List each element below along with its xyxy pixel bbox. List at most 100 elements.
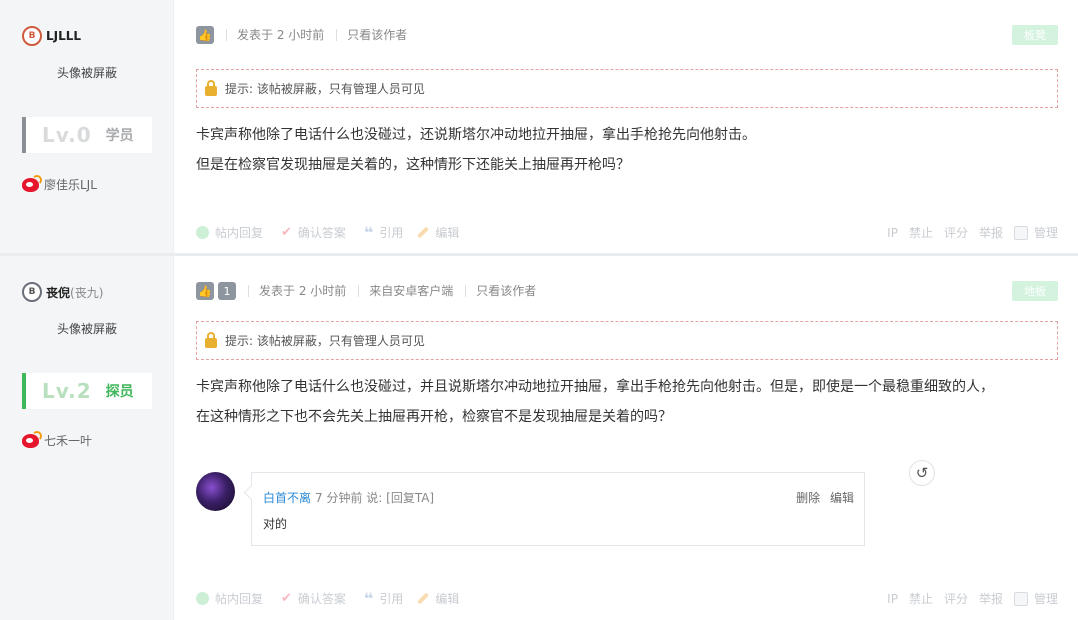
ip-link[interactable]: IP bbox=[887, 226, 898, 240]
post-main: 👍 1 发表于 2 小时前 来自安卓客户端 只看该作者 地板 提示: 该帖被屏蔽… bbox=[196, 256, 1058, 620]
post-body-line: 卡宾声称他除了电话什么也没碰过，并且说斯塔尔冲动地拉开抽屉，拿出手枪抢先向他射击… bbox=[196, 379, 994, 395]
author-sidebar: B LJLLL 头像被屏蔽 Lv.0 学员 廖佳乐LJL bbox=[0, 0, 174, 253]
comment-reply: 白首不离 7 分钟前 说: [回复TA] 删除 编辑 对的 ↺ bbox=[196, 460, 1058, 550]
author-name-sub: (丧九) bbox=[70, 285, 104, 300]
chat-bubble-icon bbox=[196, 592, 209, 605]
notice-text: 提示: 该帖被屏蔽，只有管理人员可见 bbox=[225, 82, 425, 96]
edit-button[interactable]: 编辑 bbox=[417, 224, 460, 241]
admin-actions: IP 禁止 评分 举报 管理 bbox=[876, 590, 1058, 607]
commenter-avatar[interactable] bbox=[196, 472, 235, 511]
post-client: 来自安卓客户端 bbox=[358, 285, 453, 297]
report-link[interactable]: 举报 bbox=[979, 224, 1003, 241]
quote-icon: ❝ bbox=[363, 589, 374, 608]
floor-label[interactable]: 地板 bbox=[1012, 281, 1058, 301]
admin-actions: IP 禁止 评分 举报 管理 bbox=[876, 224, 1058, 241]
comment-header: 白首不离 7 分钟前 说: [回复TA] bbox=[263, 489, 434, 506]
level-rank: 探员 bbox=[105, 384, 134, 400]
rate-link[interactable]: 评分 bbox=[944, 224, 968, 241]
author-info[interactable]: B 丧倪(丧九) bbox=[22, 282, 103, 302]
author-name-main: 丧倪 bbox=[46, 285, 71, 300]
quote-button[interactable]: ❝ 引用 bbox=[364, 590, 403, 607]
level-rank: 学员 bbox=[105, 128, 134, 144]
weibo-link[interactable]: 廖佳乐LJL bbox=[22, 174, 97, 193]
post-meta: 👍 1 发表于 2 小时前 来自安卓客户端 只看该作者 bbox=[196, 282, 536, 300]
author-info[interactable]: B LJLLL bbox=[22, 26, 81, 46]
post-main: 👍 发表于 2 小时前 只看该作者 板凳 提示: 该帖被屏蔽，只有管理人员可见 … bbox=[196, 0, 1058, 253]
manage-label[interactable]: 管理 bbox=[1034, 590, 1058, 607]
post-body: 卡宾声称他除了电话什么也没碰过，还说斯塔尔冲动地拉开抽屉，拿出手枪抢先向他射击。… bbox=[196, 120, 1058, 180]
ban-link[interactable]: 禁止 bbox=[909, 224, 933, 241]
post-actions: 帖内回复 ✔ 确认答案 ❝ 引用 编辑 IP 禁止 评分 举报 管理 bbox=[196, 224, 1058, 241]
post-body-line: 但是在检察官发现抽屉是关着的，这种情形下还能关上抽屉再开枪吗？ bbox=[196, 157, 630, 173]
author-sidebar: B 丧倪(丧九) 头像被屏蔽 Lv.2 探员 七禾一叶 bbox=[0, 256, 174, 620]
manage-checkbox[interactable] bbox=[1013, 225, 1028, 240]
floor-label[interactable]: 板凳 bbox=[1012, 25, 1058, 45]
accept-answer-button[interactable]: ✔ 确认答案 bbox=[281, 224, 346, 241]
weibo-name[interactable]: 廖佳乐LJL bbox=[44, 176, 97, 193]
avatar-hidden-text: 头像被屏蔽 bbox=[56, 66, 117, 80]
post-1: B LJLLL 头像被屏蔽 Lv.0 学员 廖佳乐LJL 👍 发表于 2 小时前… bbox=[0, 0, 1078, 253]
author-name[interactable]: 丧倪(丧九) bbox=[46, 284, 103, 301]
thumbs-up-icon[interactable]: 👍 bbox=[196, 26, 214, 44]
reply-in-post-button[interactable]: 帖内回复 bbox=[196, 590, 263, 607]
quote-button[interactable]: ❝ 引用 bbox=[364, 224, 403, 241]
weibo-link[interactable]: 七禾一叶 bbox=[22, 430, 92, 449]
post-actions: 帖内回复 ✔ 确认答案 ❝ 引用 编辑 IP 禁止 评分 举报 管理 bbox=[196, 590, 1058, 607]
comment-box: 白首不离 7 分钟前 说: [回复TA] 删除 编辑 对的 ↺ bbox=[251, 460, 935, 546]
blocked-notice: 提示: 该帖被屏蔽，只有管理人员可见 bbox=[196, 69, 1058, 108]
commenter-name[interactable]: 白首不离 bbox=[263, 491, 311, 505]
comment-delete-link[interactable]: 删除 bbox=[796, 491, 820, 505]
level-bar bbox=[22, 373, 26, 409]
quote-label: 引用 bbox=[379, 592, 404, 606]
level-number: Lv.2 bbox=[42, 379, 92, 403]
reply-in-post-button[interactable]: 帖内回复 bbox=[196, 224, 263, 241]
accept-answer-button[interactable]: ✔ 确认答案 bbox=[281, 590, 346, 607]
weibo-name[interactable]: 七禾一叶 bbox=[44, 432, 92, 449]
post-time: 发表于 2 小时前 bbox=[226, 29, 324, 41]
lock-icon bbox=[205, 331, 217, 348]
thumbs-up-icon[interactable]: 👍 bbox=[196, 282, 214, 300]
edit-label: 编辑 bbox=[435, 226, 460, 240]
post-meta: 👍 发表于 2 小时前 只看该作者 bbox=[196, 26, 407, 44]
ip-link[interactable]: IP bbox=[887, 592, 898, 606]
comment-edit-link[interactable]: 编辑 bbox=[830, 491, 854, 505]
post-body: 卡宾声称他除了电话什么也没碰过，并且说斯塔尔冲动地拉开抽屉，拿出手枪抢先向他射击… bbox=[196, 372, 1058, 432]
comment-time[interactable]: 7 分钟前 说: [回复TA] bbox=[315, 491, 434, 505]
avatar-hidden-text: 头像被屏蔽 bbox=[56, 322, 117, 336]
accept-answer-label: 确认答案 bbox=[297, 592, 346, 606]
edit-label: 编辑 bbox=[435, 592, 460, 606]
comment-text: 对的 bbox=[263, 517, 288, 531]
notice-text: 提示: 该帖被屏蔽，只有管理人员可见 bbox=[225, 334, 425, 348]
post-time: 发表于 2 小时前 bbox=[248, 285, 346, 297]
post-2: B 丧倪(丧九) 头像被屏蔽 Lv.2 探员 七禾一叶 👍 1 发表于 2 小时… bbox=[0, 256, 1078, 620]
refresh-icon[interactable]: ↺ bbox=[909, 460, 935, 486]
quote-icon: ❝ bbox=[363, 223, 374, 242]
only-author-link[interactable]: 只看该作者 bbox=[465, 285, 536, 297]
level-badge: Lv.0 学员 bbox=[22, 117, 152, 153]
author-name[interactable]: LJLLL bbox=[46, 29, 81, 43]
accept-answer-label: 确认答案 bbox=[297, 226, 346, 240]
pencil-icon bbox=[417, 592, 430, 605]
level-badge: Lv.2 探员 bbox=[22, 373, 152, 409]
manage-label[interactable]: 管理 bbox=[1034, 224, 1058, 241]
reply-in-post-label: 帖内回复 bbox=[215, 226, 264, 240]
like-count: 1 bbox=[218, 282, 236, 300]
report-link[interactable]: 举报 bbox=[979, 590, 1003, 607]
medal-badge-icon: B bbox=[22, 26, 42, 46]
weibo-icon bbox=[22, 430, 42, 448]
checkmark-icon: ✔ bbox=[281, 225, 292, 240]
edit-button[interactable]: 编辑 bbox=[417, 590, 460, 607]
chat-bubble-icon bbox=[196, 226, 209, 239]
ban-link[interactable]: 禁止 bbox=[909, 590, 933, 607]
reply-in-post-label: 帖内回复 bbox=[215, 592, 264, 606]
rate-link[interactable]: 评分 bbox=[944, 590, 968, 607]
comment-ops: 删除 编辑 bbox=[790, 489, 854, 506]
checkmark-icon: ✔ bbox=[281, 591, 292, 606]
weibo-icon bbox=[22, 174, 42, 192]
post-body-line: 卡宾声称他除了电话什么也没碰过，还说斯塔尔冲动地拉开抽屉，拿出手枪抢先向他射击。 bbox=[196, 127, 756, 143]
manage-checkbox[interactable] bbox=[1013, 591, 1028, 606]
blocked-notice: 提示: 该帖被屏蔽，只有管理人员可见 bbox=[196, 321, 1058, 360]
only-author-link[interactable]: 只看该作者 bbox=[336, 29, 407, 41]
quote-label: 引用 bbox=[379, 226, 404, 240]
pencil-icon bbox=[417, 226, 430, 239]
